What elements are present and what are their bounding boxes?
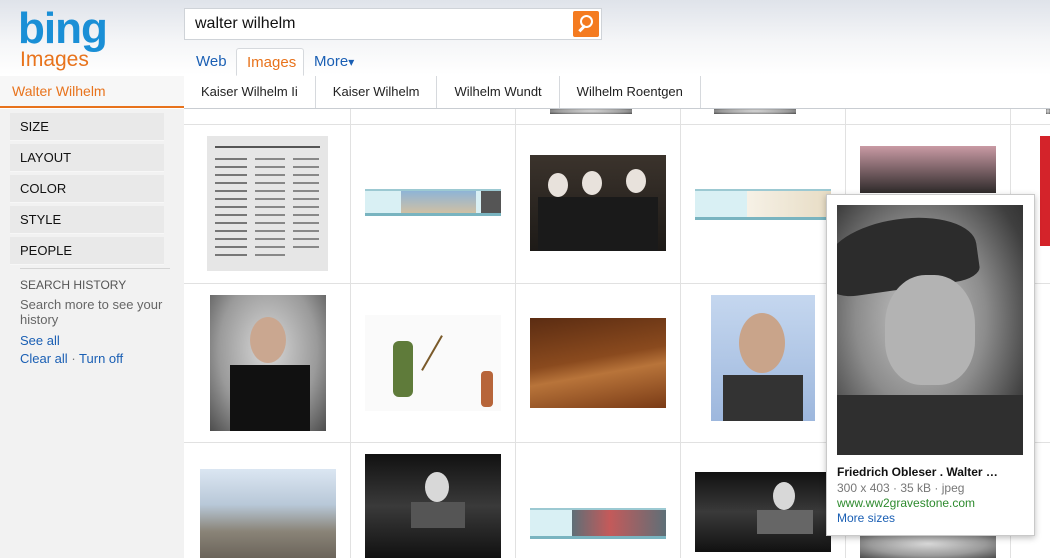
more-sizes-link[interactable]: More sizes — [837, 511, 895, 525]
image-thumbnail[interactable] — [711, 295, 815, 421]
search-history-note: Search more to see your history — [20, 297, 163, 327]
filter-style[interactable]: STYLE — [10, 206, 164, 234]
tab-images[interactable]: Images — [236, 48, 304, 76]
search-box — [184, 8, 602, 40]
clear-all-link[interactable]: Clear all — [20, 351, 68, 366]
filter-color[interactable]: COLOR — [10, 175, 164, 203]
image-thumbnail[interactable] — [695, 189, 831, 220]
related-search-item[interactable]: Kaiser Wilhelm Ii — [184, 76, 316, 108]
tab-more[interactable]: More▾ — [304, 48, 364, 76]
turn-off-link[interactable]: Turn off — [79, 351, 123, 366]
logo-text: bing — [18, 4, 108, 53]
sidebar: SIZE LAYOUT COLOR STYLE PEOPLE SEARCH HI… — [0, 109, 184, 558]
image-thumbnail[interactable] — [530, 155, 666, 251]
chevron-down-icon: ▾ — [348, 55, 355, 69]
search-history-title: SEARCH HISTORY — [20, 278, 127, 292]
preview-source-url[interactable]: www.ww2gravestone.com — [837, 496, 975, 510]
image-thumbnail[interactable] — [207, 136, 328, 271]
search-input[interactable] — [185, 9, 585, 39]
image-thumbnail[interactable] — [860, 146, 996, 193]
image-thumbnail[interactable] — [365, 189, 501, 216]
preview-image[interactable] — [837, 205, 1023, 455]
image-thumbnail[interactable] — [365, 315, 501, 411]
filter-people[interactable]: PEOPLE — [10, 237, 164, 265]
image-thumbnail[interactable] — [1040, 136, 1050, 246]
related-search-item[interactable]: Kaiser Wilhelm — [315, 76, 438, 108]
tab-web[interactable]: Web — [186, 48, 237, 76]
image-thumbnail[interactable] — [200, 469, 336, 558]
active-query-underline — [0, 106, 184, 108]
image-thumbnail[interactable] — [365, 454, 501, 558]
related-search-item[interactable]: Wilhelm Roentgen — [559, 76, 701, 108]
image-thumbnail[interactable] — [530, 508, 666, 539]
image-thumbnail[interactable] — [530, 318, 666, 408]
bing-logo[interactable]: bing — [18, 4, 108, 54]
related-searches: Kaiser Wilhelm Ii Kaiser Wilhelm Wilhelm… — [184, 76, 701, 108]
image-hover-preview[interactable]: Friedrich Obleser . Walter … 300 x 403 ·… — [826, 194, 1035, 536]
link-separator: · — [71, 351, 76, 366]
image-thumbnail[interactable] — [695, 472, 831, 552]
image-thumbnail[interactable] — [550, 109, 632, 114]
related-search-item[interactable]: Wilhelm Wundt — [437, 76, 560, 108]
image-thumbnail[interactable] — [1046, 109, 1050, 114]
image-thumbnail[interactable] — [860, 534, 996, 558]
image-thumbnail[interactable] — [714, 109, 796, 114]
filter-layout[interactable]: LAYOUT — [10, 144, 164, 172]
image-thumbnail[interactable] — [210, 295, 326, 431]
preview-meta: 300 x 403 · 35 kB · jpeg — [837, 481, 965, 495]
current-query-label[interactable]: Walter Wilhelm — [0, 76, 184, 106]
preview-title[interactable]: Friedrich Obleser . Walter … — [837, 465, 1027, 479]
search-button[interactable] — [573, 11, 599, 37]
see-all-link[interactable]: See all — [20, 333, 60, 348]
filter-size[interactable]: SIZE — [10, 113, 164, 141]
vertical-label: Images — [20, 48, 89, 71]
